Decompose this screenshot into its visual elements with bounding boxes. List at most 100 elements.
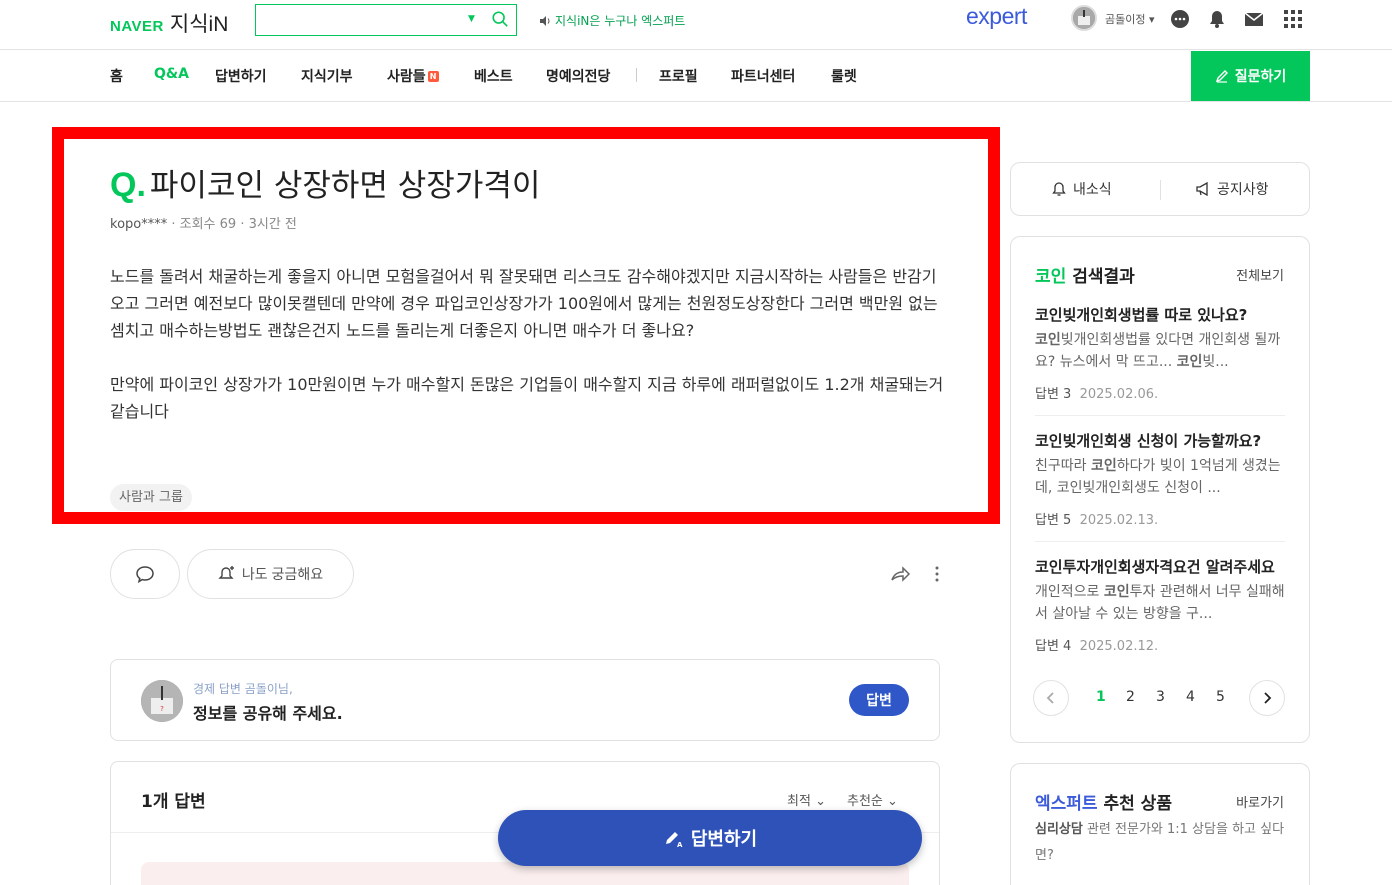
megaphone-icon <box>1196 181 1208 197</box>
curious-button[interactable]: 나도 궁금해요 <box>187 549 354 599</box>
coin-result-snippet: 코인빚개인회생법률 있다면 개인회생 될까요? 뉴스에서 막 뜨고... 코인빚… <box>1035 332 1281 370</box>
question-views: 조회수 69 <box>179 217 237 232</box>
apps-grid-icon[interactable] <box>1283 9 1303 29</box>
floating-answer-label: 답변하기 <box>690 829 758 849</box>
pager-page-2[interactable]: 2 <box>1126 689 1135 705</box>
category-tag[interactable]: 사람과 그룹 <box>110 484 192 511</box>
coin-result-item[interactable]: 코인투자개인회생자격요건 알려주세요 개인적으로 코인투자 관련해서 너무 실패… <box>1035 556 1285 654</box>
coin-result-title: 코인빚개인회생 신청이 가능할까요? <box>1035 432 1262 450</box>
pager-page-3[interactable]: 3 <box>1156 689 1165 705</box>
ask-question-button[interactable]: 질문하기 <box>1191 51 1310 101</box>
svg-text:?: ? <box>160 705 164 713</box>
coin-divider <box>1035 415 1285 416</box>
coin-result-item[interactable]: 코인빚개인회생 신청이 가능할까요? 친구따라 코인하다가 빚이 1억넘게 생겼… <box>1035 430 1285 528</box>
expert-keyword: 엑스퍼트 <box>1035 794 1098 814</box>
search-dropdown-icon[interactable]: ▼ <box>468 14 475 24</box>
bell-plus-icon <box>218 566 234 579</box>
search-box: ▼ <box>255 4 517 36</box>
comment-icon <box>136 566 154 584</box>
search-icon[interactable] <box>491 10 509 28</box>
answer-invite-card: ? 경제 답변 곰돌이님, 정보를 공유해 주세요. 답변 <box>110 659 940 741</box>
share-icon[interactable] <box>889 563 911 585</box>
expert-heading-rest: 추천 상품 <box>1103 794 1172 814</box>
nav-best[interactable]: 베스트 <box>474 66 513 86</box>
chevron-right-icon <box>1264 692 1272 704</box>
nav-profile[interactable]: 프로필 <box>659 66 698 86</box>
invite-subtitle: 경제 답변 곰돌이님, <box>193 682 293 696</box>
user-avatar[interactable] <box>1071 5 1097 31</box>
curious-label: 나도 궁금해요 <box>241 566 324 582</box>
nav-donation[interactable]: 지식기부 <box>301 66 353 86</box>
sort-recommend[interactable]: 추천순 ⌄ <box>847 790 898 809</box>
sort-optimal[interactable]: 최적 ⌄ <box>787 790 826 809</box>
question-time: 3시간 전 <box>248 217 297 232</box>
answers-count: 1개 답변 <box>141 792 206 812</box>
expert-heading: 엑스퍼트 추천 상품 <box>1035 789 1172 814</box>
coin-result-meta: 답변 4 2025.02.12. <box>1035 639 1159 654</box>
coin-heading-rest: 검색결과 <box>1072 267 1135 287</box>
kin-logo-text: 지식iN <box>169 13 229 36</box>
tab-my-news[interactable]: 내소식 <box>1051 179 1112 199</box>
pen-icon: A <box>665 832 683 848</box>
comment-button[interactable] <box>110 549 180 599</box>
ask-question-label: 질문하기 <box>1234 68 1287 84</box>
coin-keyword: 코인 <box>1035 267 1067 287</box>
expert-recommend-card: 엑스퍼트 추천 상품 바로가기 심리상담 관련 전문가와 1:1 상담을 하고 … <box>1010 763 1310 885</box>
nav-qna[interactable]: Q&A <box>154 66 189 82</box>
promo-text: 지식iN은 누구나 엑스퍼트 <box>555 14 686 28</box>
pager-next-button[interactable] <box>1249 680 1285 716</box>
username-menu[interactable]: 곰돌이정 ▾ <box>1105 11 1155 27</box>
pager-page-1[interactable]: 1 <box>1096 689 1106 705</box>
sort-optimal-label: 최적 <box>787 794 811 809</box>
coin-search-results: 코인 검색결과 전체보기 코인빚개인회생법률 따로 있나요? 코인빚개인회생법률… <box>1010 236 1310 743</box>
expert-promo-link[interactable]: 지식iN은 누구나 엑스퍼트 <box>539 12 685 29</box>
nav-partner-center[interactable]: 파트너센터 <box>731 66 795 86</box>
chevron-down-icon: ⌄ <box>815 794 826 809</box>
username-text: 곰돌이정 <box>1105 13 1146 26</box>
coin-heading: 코인 검색결과 <box>1035 262 1135 287</box>
invite-message: 정보를 공유해 주세요. <box>193 704 343 723</box>
bell-icon[interactable] <box>1207 9 1227 29</box>
naver-logo-text: NAVER <box>110 18 164 35</box>
nav-home[interactable]: 홈 <box>110 66 123 86</box>
sidebar-tabs: 내소식 공지사항 <box>1010 162 1310 216</box>
search-input[interactable] <box>256 5 456 33</box>
coin-result-meta: 답변 5 2025.02.13. <box>1035 513 1159 528</box>
question-title: Q. 파이코인 상장하면 상장가격이 <box>110 160 540 205</box>
question-body: 노드를 돌려서 채굴하는게 좋을지 아니면 모험을걸어서 뭐 잘못돼면 리스크도… <box>110 263 945 452</box>
naver-kin-logo[interactable]: NAVER 지식iN <box>110 8 228 38</box>
q-mark: Q. <box>110 166 146 204</box>
coin-result-title: 코인투자개인회생자격요건 알려주세요 <box>1035 558 1275 576</box>
top-header: NAVER 지식iN ▼ 지식iN은 누구나 엑스퍼트 expert 곰돌이정 … <box>0 0 1392 50</box>
tab-my-news-label: 내소식 <box>1073 182 1112 198</box>
more-options-icon[interactable] <box>930 565 944 583</box>
expert-go-link[interactable]: 바로가기 <box>1236 792 1284 811</box>
tab-notice-label: 공지사항 <box>1217 182 1269 198</box>
chat-icon[interactable] <box>1170 9 1190 29</box>
floating-answer-button[interactable]: A 답변하기 <box>498 810 922 866</box>
question-author[interactable]: kopo**** <box>110 217 167 232</box>
mail-icon[interactable] <box>1244 9 1264 29</box>
nav-answer[interactable]: 답변하기 <box>215 66 267 86</box>
chevron-down-icon: ⌄ <box>887 794 898 809</box>
question-paragraph: 노드를 돌려서 채굴하는게 좋을지 아니면 모험을걸어서 뭐 잘못돼면 리스크도… <box>110 267 938 340</box>
pager-prev-button[interactable] <box>1033 680 1069 716</box>
question-title-text: 파이코인 상장하면 상장가격이 <box>149 168 541 204</box>
invite-answer-button[interactable]: 답변 <box>849 684 909 716</box>
chevron-left-icon <box>1046 692 1054 704</box>
view-all-link[interactable]: 전체보기 <box>1236 265 1284 284</box>
question-paragraph: 만약에 파이코인 상장가가 10만원이면 누가 매수할지 돈많은 기업들이 매수… <box>110 375 944 421</box>
pager-page-5[interactable]: 5 <box>1216 689 1225 705</box>
pager-page-4[interactable]: 4 <box>1186 689 1195 705</box>
tab-notice[interactable]: 공지사항 <box>1195 179 1269 199</box>
coin-result-item[interactable]: 코인빚개인회생법률 따로 있나요? 코인빚개인회생법률 있다면 개인회생 될까요… <box>1035 304 1285 402</box>
nav-people[interactable]: 사람들 N <box>387 66 439 86</box>
expert-logo[interactable]: expert <box>966 3 1027 30</box>
nav-roulette[interactable]: 룰렛 <box>831 66 857 86</box>
pencil-icon <box>1215 70 1228 83</box>
coin-divider <box>1035 541 1285 542</box>
svg-text:A: A <box>677 841 683 848</box>
nav-hall-of-fame[interactable]: 명예의전당 <box>546 66 610 86</box>
tab-divider <box>1160 180 1161 200</box>
main-nav: 홈 Q&A 답변하기 지식기부 사람들 N 베스트 명예의전당 프로필 파트너센터… <box>0 51 1392 102</box>
